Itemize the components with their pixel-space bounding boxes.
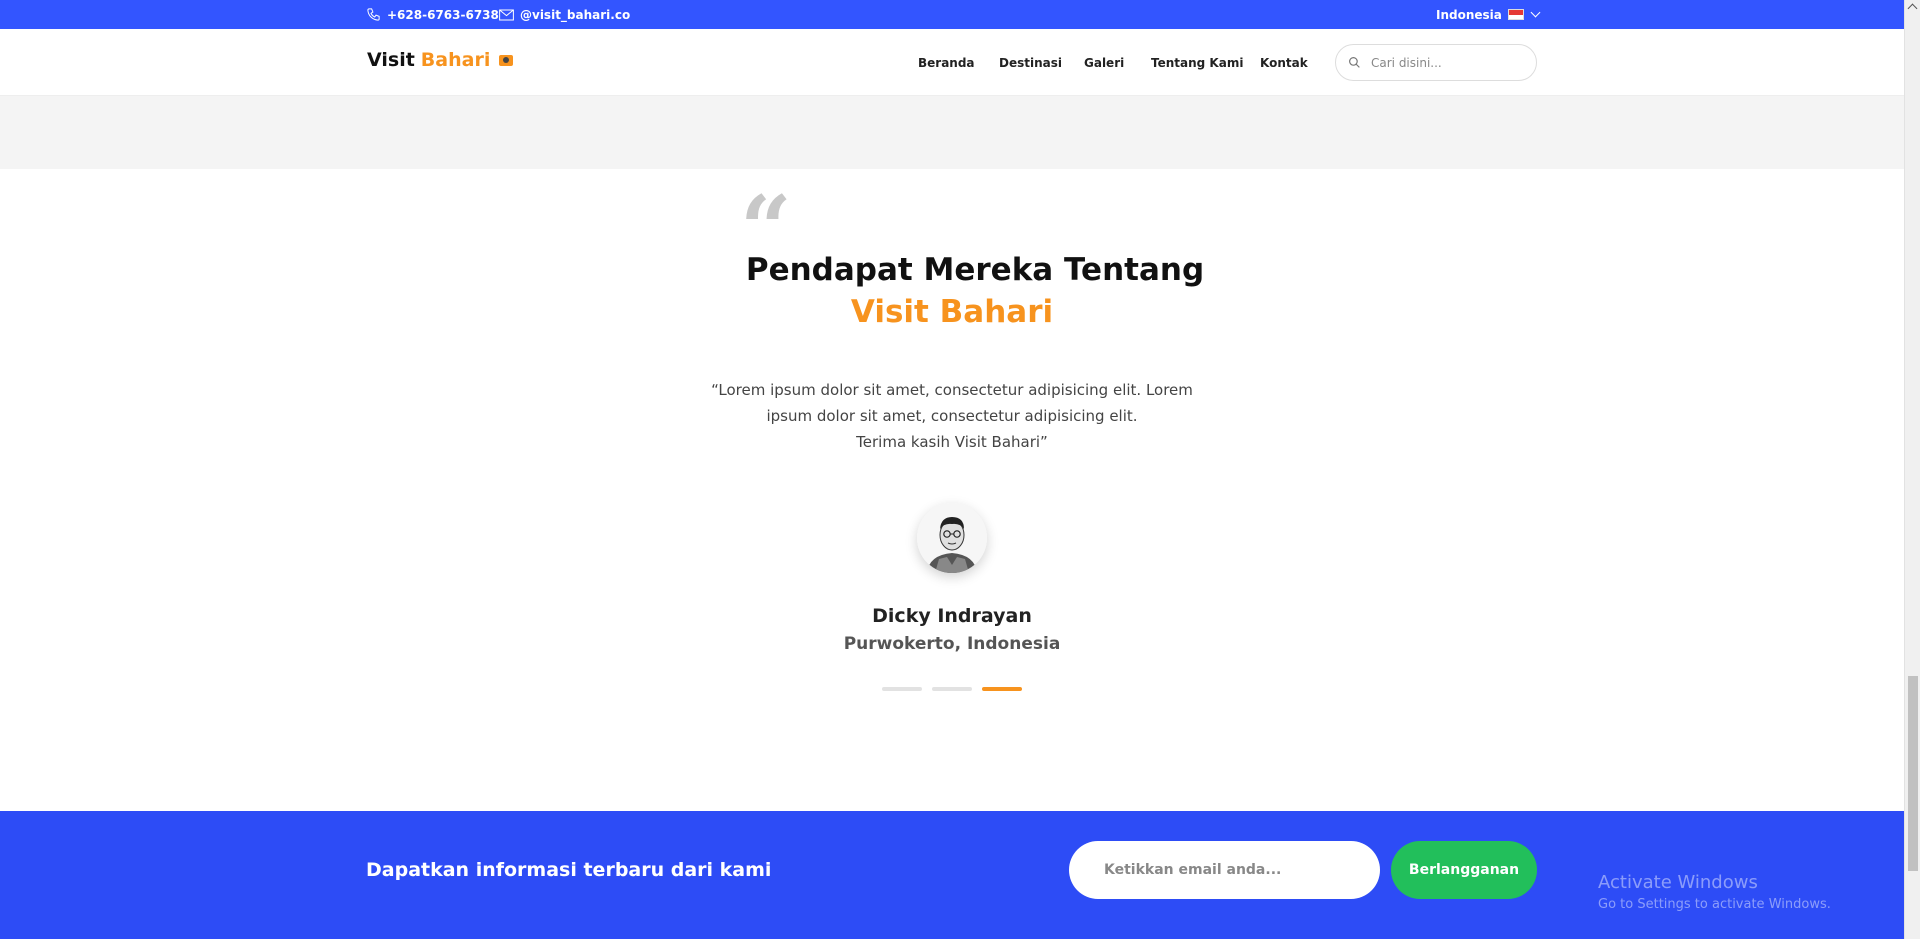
section-divider-band [0, 96, 1904, 169]
navbar: Visit Bahari Beranda Destinasi Galeri Te… [0, 29, 1904, 96]
watermark-line-2: Go to Settings to activate Windows. [1598, 897, 1831, 912]
logo-text: Visit [367, 49, 415, 71]
activate-windows-watermark: Activate Windows Go to Settings to activ… [1598, 872, 1831, 912]
nav-item-kontak[interactable]: Kontak [1260, 29, 1308, 96]
testimonial-person-name: Dicky Indrayan [872, 605, 1032, 627]
avatar [917, 503, 987, 573]
nav-item-galeri[interactable]: Galeri [1084, 29, 1124, 96]
nav-label-galeri: Galeri [1084, 55, 1125, 70]
mail-icon [499, 9, 514, 20]
page: +628-6763-6738 @visit_bahari.co Indonesi… [0, 0, 1920, 939]
nav-item-destinasi[interactable]: Destinasi [999, 29, 1062, 96]
scroll-up-arrow-icon[interactable] [1907, 3, 1918, 14]
top-bar: +628-6763-6738 @visit_bahari.co Indonesi… [0, 0, 1904, 29]
nav-label-kontak: Kontak [1260, 55, 1308, 70]
email-field[interactable] [1069, 841, 1380, 899]
testimonial-person-location: Purwokerto, Indonesia [843, 634, 1061, 654]
email-contact[interactable]: @visit_bahari.co [499, 0, 630, 29]
carousel-dot-1[interactable] [882, 687, 922, 691]
scrollbar-thumb[interactable] [1908, 676, 1918, 871]
quote-line-2: ipsum dolor sit amet, consectetur adipis… [766, 407, 1138, 425]
phone-icon [367, 8, 380, 21]
carousel-indicators [882, 687, 1022, 691]
subscribe-button[interactable]: Berlangganan [1391, 841, 1537, 899]
chevron-down-icon [1530, 7, 1541, 18]
scrollbar[interactable] [1904, 0, 1920, 939]
testimonial-heading-line2: Visit Bahari [850, 294, 1054, 330]
camera-icon [499, 54, 514, 66]
quote-line-1: “Lorem ipsum dolor sit amet, consectetur… [711, 381, 1193, 399]
search-icon [1349, 57, 1360, 68]
logo[interactable]: Visit Bahari [367, 49, 514, 71]
phone-contact[interactable]: +628-6763-6738 [366, 0, 499, 29]
nav-label-tentang-kami: Tentang Kami [1151, 55, 1244, 70]
carousel-dot-3[interactable] [982, 687, 1022, 691]
indonesia-flag-icon [1507, 9, 1524, 20]
person-portrait-icon [917, 503, 987, 573]
carousel-dot-2[interactable] [932, 687, 972, 691]
nav-label-beranda: Beranda [918, 55, 975, 70]
quote-line-3: Terima kasih Visit Bahari” [856, 433, 1048, 451]
search-box[interactable] [1335, 44, 1537, 81]
logo-accent: Bahari [420, 49, 491, 71]
testimonial-quote: “Lorem ipsum dolor sit amet, consectetur… [0, 377, 1904, 455]
language-selector[interactable]: Indonesia [1436, 0, 1541, 29]
watermark-line-1: Activate Windows [1598, 872, 1758, 893]
search-input[interactable] [1371, 55, 1521, 70]
phone-number: +628-6763-6738 [387, 7, 499, 22]
testimonial-heading-line1: Pendapat Mereka Tentang [745, 252, 1205, 288]
nav-item-beranda[interactable]: Beranda [918, 29, 975, 96]
language-label: Indonesia [1436, 7, 1502, 22]
nav-label-destinasi: Destinasi [999, 55, 1062, 70]
email-address: @visit_bahari.co [520, 7, 631, 22]
newsletter-title: Dapatkan informasi terbaru dari kami [366, 859, 772, 881]
nav-item-tentang-kami[interactable]: Tentang Kami [1151, 29, 1243, 96]
